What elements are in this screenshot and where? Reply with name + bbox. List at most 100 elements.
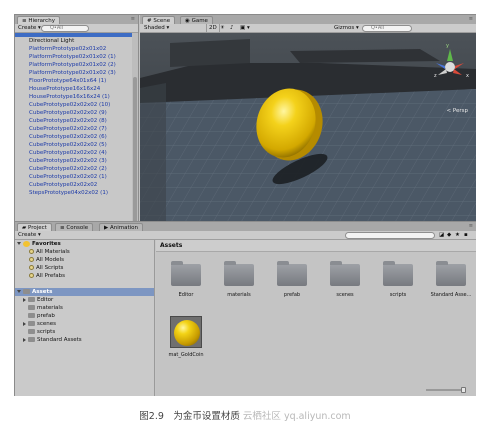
favorites-header[interactable]: Favorites [15,240,154,248]
effects-dropdown-icon[interactable]: ▣ ▾ [240,24,250,32]
scene-search-input[interactable]: Q•All [362,25,412,32]
hierarchy-item[interactable]: CubePrototype02x02x02 (5) [15,141,132,149]
asset-folder-editor[interactable]: Editor [164,261,208,298]
icon-size-slider[interactable] [426,387,466,393]
tab-animation[interactable]: ▶ Animation [99,223,144,231]
watermark: 云栖社区 yq.aliyun.com [242,411,351,422]
hierarchy-item[interactable]: FloorPrototype64x01x64 (1) [15,77,132,85]
hierarchy-item[interactable]: PlatformPrototype02x01x02 (2) [15,61,132,69]
scene-tabbar: # Scene ◉ Game ≡ [140,15,476,24]
scene-viewport[interactable]: y x z < Persp [140,33,476,221]
asset-folder-label: scripts [37,329,56,335]
tab-game[interactable]: ◉ Game [180,16,213,24]
expand-arrow-icon[interactable] [17,242,21,245]
slider-knob[interactable] [461,387,466,393]
audio-toggle-icon[interactable]: ♪ [230,24,234,32]
create-label: Create [18,232,37,238]
favorite-item[interactable]: All Prefabs [15,272,154,280]
star-icon[interactable]: ★ [455,231,460,239]
folder-icon [28,329,35,334]
panel-menu-icon[interactable]: ≡ [469,16,473,22]
hierarchy-item[interactable]: CubePrototype02x02x02 (8) [15,117,132,125]
asset-folder-item[interactable]: scripts [15,328,154,336]
breadcrumb[interactable]: Assets [156,240,476,252]
hierarchy-item[interactable]: CubePrototype02x02x02 (10) [15,101,132,109]
asset-folder-item[interactable]: materials [15,304,154,312]
hierarchy-search-text: Q•All [50,25,64,31]
folder-icon [436,261,466,286]
tab-hierarchy[interactable]: ≡ Hierarchy [17,16,60,24]
asset-folder-materials[interactable]: materials [217,261,261,298]
hierarchy-search-input[interactable]: Q•All [41,25,89,32]
folder-icon [28,321,35,326]
hierarchy-item[interactable]: CubePrototype02x02x02 (1) [15,173,132,181]
folder-icon [277,261,307,286]
asset-label: scenes [336,292,354,298]
tab-console[interactable]: ≡ Console [55,223,94,231]
search-icon [29,249,34,254]
hierarchy-scroll-thumb[interactable] [133,77,137,227]
asset-material-goldcoin[interactable]: mat_GoldCoin [164,316,208,358]
hierarchy-item[interactable]: CubePrototype02x02x02 (3) [15,157,132,165]
expand-arrow-icon[interactable] [23,297,26,302]
gizmos-dropdown[interactable]: Gizmos ▾ [334,24,359,32]
create-dropdown[interactable]: Create ▾ [18,24,41,32]
expand-arrow-icon[interactable] [23,337,26,342]
mode-2d-toggle[interactable]: 2D [206,24,220,32]
asset-folder-scripts[interactable]: scripts [376,261,420,298]
favorite-item[interactable]: All Scripts [15,264,154,272]
hierarchy-item[interactable]: CubePrototype02x02x02 (7) [15,125,132,133]
hierarchy-item[interactable]: CubePrototype02x02x02 (4) [15,149,132,157]
project-toolbar: Create ▾ ◪ ◆ ★ ▪ [15,231,476,240]
panel-menu-icon[interactable]: ≡ [131,16,135,22]
lighting-toggle-icon[interactable]: ☀ [220,24,225,32]
panel-menu-icon[interactable]: ≡ [469,223,473,229]
folder-icon [28,313,35,318]
asset-folder-prefab[interactable]: prefab [270,261,314,298]
gizmo-x-label: x [466,73,469,79]
tab-scene[interactable]: # Scene [142,16,176,24]
filter-type-icon[interactable]: ◪ [439,231,444,239]
expand-arrow-icon[interactable] [17,290,21,293]
tab-project[interactable]: ▰ Project [17,223,52,231]
asset-folder-item[interactable]: Standard Assets [15,336,154,344]
hierarchy-item[interactable]: HousePrototype16x16x24 [15,85,132,93]
hierarchy-item[interactable]: PlatformPrototype02x01x02 (3) [15,69,132,77]
favorites-label: Favorites [32,241,61,247]
filter-label-icon[interactable]: ◆ [447,231,451,239]
hierarchy-item[interactable]: CubePrototype02x02x02 (9) [15,109,132,117]
expand-arrow-icon[interactable] [23,321,26,326]
hierarchy-tabbar: ≡ Hierarchy ≡ [15,15,138,24]
shading-mode-dropdown[interactable]: Shaded ▾ [144,24,169,32]
house-block [170,39,250,67]
hierarchy-item[interactable]: PlatformPrototype02x01x02 [15,45,132,53]
asset-folder-scenes[interactable]: scenes [323,261,367,298]
create-dropdown[interactable]: Create ▾ [18,231,41,239]
favorite-item[interactable]: All Models [15,256,154,264]
folder-icon [171,261,201,286]
hierarchy-item[interactable]: CubePrototype02x02x02 [15,181,132,189]
folder-icon [224,261,254,286]
favorite-label: All Materials [36,249,70,255]
lock-icon[interactable]: ▪ [464,231,468,239]
assets-root[interactable]: Assets [15,288,154,296]
hierarchy-item[interactable]: CubePrototype02x02x02 (6) [15,133,132,141]
perspective-label[interactable]: < Persp [447,108,468,114]
hierarchy-panel: ≡ Hierarchy ≡ Create ▾ Q•All Directional… [15,15,139,227]
hierarchy-item[interactable]: CubePrototype02x02x02 (2) [15,165,132,173]
asset-folder-standard-assets[interactable]: Standard Asse... [429,261,473,298]
folder-icon [28,337,35,342]
favorite-item[interactable]: All Materials [15,248,154,256]
hierarchy-item[interactable]: StepsPrototype04x02x02 (1) [15,189,132,197]
unity-editor-window: ≡ Hierarchy ≡ Create ▾ Q•All Directional… [14,14,476,396]
hierarchy-scrollbar[interactable] [132,33,138,227]
hierarchy-item[interactable]: PlatformPrototype02x01x02 (1) [15,53,132,61]
project-search-input[interactable] [345,232,435,239]
asset-folder-item[interactable]: prefab [15,312,154,320]
scene-panel: # Scene ◉ Game ≡ Shaded ▾ 2D ☀ ♪ ▣ ▾ Giz… [140,15,476,221]
favorite-label: All Scripts [36,265,64,271]
hierarchy-item[interactable]: Directional Light [15,37,132,45]
asset-folder-item[interactable]: scenes [15,320,154,328]
hierarchy-item[interactable]: HousePrototype16x16x24 (1) [15,93,132,101]
asset-folder-item[interactable]: Editor [15,296,154,304]
